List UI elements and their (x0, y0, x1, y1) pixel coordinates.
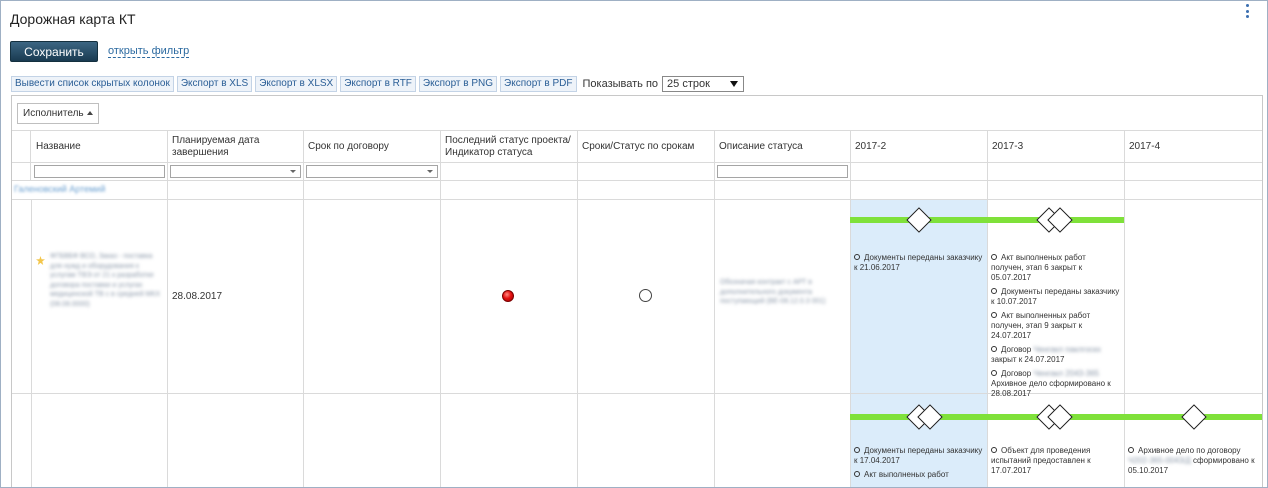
planned-date-cell: 28.08.2017 (172, 291, 223, 302)
grid-line (167, 130, 168, 487)
grid-line (1124, 130, 1125, 487)
milestone-diamond-icon[interactable] (1181, 404, 1207, 430)
column-header-status-description[interactable]: Описание статуса (714, 131, 850, 162)
milestone-bullet-icon (1128, 447, 1134, 453)
milestone-text: Акт выполненых работ получен, этап 6 зак… (991, 253, 1086, 282)
milestone-bullet-icon (991, 370, 997, 376)
milestone-item[interactable]: Акт выполненых работ (854, 470, 983, 480)
sort-asc-icon (87, 111, 93, 115)
dropdown-arrow-icon (427, 170, 433, 173)
dropdown-arrow-icon (290, 170, 296, 173)
milestone-text: Акт выполненых работ (864, 470, 949, 479)
grid-line (850, 130, 851, 487)
export-toolbar: Вывести список скрытых колонок Экспорт в… (11, 76, 745, 92)
grid-line (440, 130, 441, 487)
grid-line (577, 130, 578, 487)
milestone-hidden-text: Ченгакл 2043-365 (1033, 369, 1100, 378)
roadmap-panel: Дорожная карта КТ Сохранить открыть филь… (0, 0, 1268, 488)
export-rtf-button[interactable]: Экспорт в RTF (340, 76, 416, 92)
export-pdf-button[interactable]: Экспорт в PDF (500, 76, 577, 92)
open-filter-link[interactable]: открыть фильтр (108, 45, 190, 58)
milestone-item[interactable]: Документы переданы заказчику к 10.07.201… (991, 287, 1120, 307)
filter-status-description-input[interactable] (717, 165, 848, 178)
roadmap-grid: Исполнитель Название Планируемая дата за… (11, 95, 1263, 487)
milestone-bullet-icon (991, 288, 997, 294)
milestone-hidden-text: Ченгакл паклгоскх (1033, 345, 1102, 354)
grid-line (303, 130, 304, 487)
milestone-item[interactable]: Объект для проведения испытаний предоста… (991, 446, 1120, 476)
group-by-label: Исполнитель (23, 108, 84, 119)
deadline-status-icon (639, 289, 652, 302)
group-by-performer[interactable]: Исполнитель (17, 103, 99, 124)
grid-line (31, 199, 32, 487)
milestone-item[interactable]: Документы переданы заказчику к 21.06.201… (854, 253, 983, 273)
milestone-text: Документы переданы заказчику к 10.07.201… (991, 287, 1120, 306)
milestone-text: закрыт к 24.07.2017 (991, 355, 1065, 364)
column-header-deadline-status[interactable]: Сроки/Статус по срокам (577, 131, 714, 162)
milestone-text: Архивное дело сформировано к 28.08.2017 (991, 379, 1111, 398)
export-xls-button[interactable]: Экспорт в XLS (176, 76, 253, 92)
dropdown-arrow-icon (730, 81, 739, 87)
page-size-select[interactable]: 25 строк (662, 76, 745, 92)
milestone-item[interactable]: Архивное дело по договору Ч202-365-0043/… (1128, 446, 1257, 476)
column-header-planned-date[interactable]: Планируемая дата завершения (167, 131, 303, 162)
milestone-bullet-icon (991, 346, 997, 352)
milestone-item[interactable]: Акт выполненных работ получен, этап 9 за… (991, 311, 1120, 341)
project-name[interactable]: ФГБВБФ ВСО, Заказ - поставка для нужд и … (50, 252, 162, 309)
milestone-bullet-icon (854, 447, 860, 453)
grid-line (12, 162, 1262, 163)
grid-line (12, 180, 1262, 181)
milestone-text: Акт выполненных работ получен, этап 9 за… (991, 311, 1091, 340)
column-header-name[interactable]: Название (31, 131, 167, 162)
filter-name-input[interactable] (34, 165, 165, 178)
current-quarter-highlight (850, 199, 988, 487)
grid-line (12, 199, 1262, 200)
milestone-hidden-text: Ч202-365-0043/Д (1128, 456, 1191, 465)
grid-line (987, 130, 988, 487)
milestone-text: Договор (1001, 369, 1034, 378)
export-xlsx-button[interactable]: Экспорт в XLSX (255, 76, 338, 92)
milestone-text: Договор (1001, 345, 1034, 354)
milestone-text: Документы переданы заказчику к 17.04.201… (854, 446, 983, 465)
star-icon[interactable] (36, 256, 45, 265)
page-size-value: 25 строк (667, 78, 710, 90)
column-header-contract-term[interactable]: Срок по договору (303, 131, 440, 162)
page-title: Дорожная карта КТ (10, 11, 136, 27)
save-button[interactable]: Сохранить (10, 41, 98, 62)
column-header-2017-4[interactable]: 2017-4 (1124, 131, 1262, 162)
milestone-bullet-icon (854, 471, 860, 477)
show-hidden-columns-button[interactable]: Вывести список скрытых колонок (11, 76, 174, 92)
milestone-bullet-icon (991, 254, 997, 260)
timeline-bar (850, 217, 1124, 223)
status-indicator-red (502, 290, 514, 302)
milestone-item[interactable]: Договор Ченгакл 2043-365 Архивное дело с… (991, 369, 1120, 399)
filter-contract-term-select[interactable] (306, 165, 438, 178)
more-options-icon[interactable] (1244, 4, 1250, 18)
milestone-bullet-icon (991, 312, 997, 318)
milestone-text: Архивное дело по договору (1138, 446, 1241, 455)
grid-line (714, 130, 715, 487)
milestone-text: Документы переданы заказчику к 21.06.201… (854, 253, 983, 272)
column-header-2017-3[interactable]: 2017-3 (987, 131, 1124, 162)
page-size-label: Показывать по (582, 78, 659, 90)
milestone-bullet-icon (991, 447, 997, 453)
group-header-label[interactable]: Галеновский Артемий (14, 184, 105, 194)
column-header-last-status[interactable]: Последний статус проекта/ Индикатор стат… (440, 131, 577, 162)
milestone-text: Объект для проведения испытаний предоста… (991, 446, 1091, 475)
milestone-item[interactable]: Документы переданы заказчику к 17.04.201… (854, 446, 983, 466)
filter-planned-date-select[interactable] (170, 165, 301, 178)
milestone-item[interactable]: Акт выполненых работ получен, этап 6 зак… (991, 253, 1120, 283)
milestone-item[interactable]: Договор Ченгакл паклгоскх закрыт к 24.07… (991, 345, 1120, 365)
status-description-cell: Обозначая контракт с АРТ в дополнительно… (720, 279, 826, 305)
export-png-button[interactable]: Экспорт в PNG (418, 76, 498, 92)
column-header-2017-2[interactable]: 2017-2 (850, 131, 987, 162)
milestone-bullet-icon (854, 254, 860, 260)
